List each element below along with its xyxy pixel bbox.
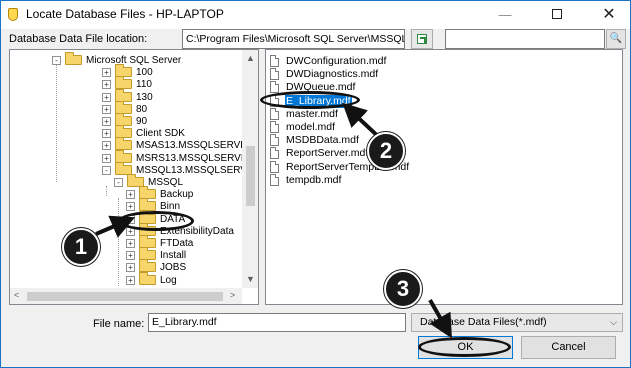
file-list[interactable]: DWConfiguration.mdf DWDiagnostics.mdf DWQu… <box>265 49 623 305</box>
folder-icon <box>139 198 156 212</box>
search-icon: 🔍 <box>609 33 623 44</box>
tree-guide-line <box>118 198 119 286</box>
tree-item-label: 110 <box>136 79 152 91</box>
filter-input[interactable] <box>445 29 605 49</box>
scroll-right-icon[interactable]: > <box>230 290 235 300</box>
window-title: Locate Database Files - HP-LAPTOP <box>26 7 224 21</box>
file-icon <box>270 160 279 173</box>
maximize-button[interactable] <box>535 1 579 29</box>
expand-toggle-icon[interactable]: + <box>102 153 111 163</box>
folder-icon <box>115 137 132 151</box>
tree-vertical-scrollbar[interactable]: ▲ ▼ <box>242 50 258 288</box>
expand-toggle-icon[interactable]: + <box>126 263 135 273</box>
tree-item-label: Client SDK <box>136 128 185 140</box>
collapse-toggle-icon[interactable]: - <box>52 56 61 65</box>
file-name-label: MSDBData.mdf <box>286 134 359 147</box>
expand-toggle-icon[interactable]: + <box>126 251 135 261</box>
expand-toggle-icon[interactable]: + <box>102 68 111 78</box>
file-icon <box>270 134 279 147</box>
tree-item-label: Log <box>160 274 177 286</box>
close-button[interactable]: ✕ <box>587 1 631 29</box>
tree-horizontal-scrollbar[interactable]: < > <box>10 288 242 304</box>
refresh-icon <box>417 34 427 44</box>
file-name-label: DWConfiguration.mdf <box>286 55 387 67</box>
highlight-ok-button <box>418 337 511 357</box>
cancel-button[interactable]: Cancel <box>521 336 616 359</box>
tree-item-label: Install <box>160 250 187 262</box>
expand-toggle-icon[interactable]: + <box>126 239 135 248</box>
file-name-label: DWDiagnostics.mdf <box>286 68 379 81</box>
tree-item-label: Microsoft SQL Server <box>86 55 182 66</box>
title-bar[interactable]: Locate Database Files - HP-LAPTOP — ✕ <box>1 1 630 29</box>
tree-vertical-thumb[interactable] <box>246 146 255 206</box>
tree-item-label: MSRS13.MSSQLSERVER <box>136 152 255 164</box>
tree-item-label: Backup <box>160 189 194 201</box>
refresh-button[interactable] <box>411 29 433 49</box>
file-name-label: File name: <box>93 318 145 330</box>
minimize-button[interactable]: — <box>483 1 527 29</box>
collapse-toggle-icon[interactable]: - <box>102 165 111 175</box>
file-name-label: tempdb.mdf <box>286 173 342 186</box>
tree-item-label: JOBS <box>160 262 187 274</box>
folder-icon <box>115 76 132 90</box>
expand-toggle-icon[interactable]: + <box>102 117 111 126</box>
folder-icon <box>139 259 156 273</box>
location-label: Database Data File location: <box>9 33 148 45</box>
file-name-label: model.mdf <box>286 121 336 133</box>
tree-item-label: MSSQL <box>148 177 184 188</box>
tree-item-label: 90 <box>136 116 148 127</box>
file-name-field[interactable]: E_Library.mdf <box>148 313 406 332</box>
scroll-up-icon[interactable]: ▲ <box>246 53 255 63</box>
database-icon <box>8 8 18 21</box>
file-name-label: ReportServer.mdf <box>286 147 369 160</box>
collapse-toggle-icon[interactable]: - <box>114 178 123 187</box>
step-3-badge: 3 <box>384 270 422 308</box>
expand-toggle-icon[interactable]: + <box>102 141 111 151</box>
file-icon <box>270 107 279 120</box>
tree-item-label: FTData <box>160 238 194 249</box>
file-icon <box>270 68 279 81</box>
file-name-label: master.mdf <box>286 107 338 120</box>
tree-horizontal-thumb[interactable] <box>27 292 223 301</box>
expand-toggle-icon[interactable]: + <box>126 202 135 212</box>
chevron-down-icon: ⌵ <box>610 317 617 327</box>
expand-toggle-icon[interactable]: + <box>126 275 135 285</box>
tree-item-label: 130 <box>136 91 153 103</box>
tree-item-label: 80 <box>136 103 148 115</box>
file-type-value: Database Data Files(*.mdf) <box>420 316 547 328</box>
file-icon <box>270 147 279 160</box>
folder-icon <box>65 52 82 65</box>
maximize-icon <box>552 9 562 20</box>
expand-toggle-icon[interactable]: + <box>102 129 111 139</box>
folder-tree[interactable]: - Microsoft SQL Server +100 +110 +130 +80 +90 +… <box>9 49 259 305</box>
tree-item-label: MSSQL13.MSSQLSERVER <box>136 164 259 176</box>
tree-item-label: MSAS13.MSSQLSERVER <box>136 140 255 152</box>
scroll-left-icon[interactable]: < <box>14 290 19 300</box>
step-1-badge: 1 <box>62 228 100 266</box>
tree-guide-line <box>106 186 107 196</box>
location-field[interactable]: C:\Program Files\Microsoft SQL Server\MS… <box>182 29 405 49</box>
highlight-data-folder <box>118 211 194 231</box>
expand-toggle-icon[interactable]: + <box>102 104 111 114</box>
expand-toggle-icon[interactable]: + <box>102 92 111 102</box>
file-icon <box>270 173 279 186</box>
tree-guide-line <box>56 62 57 182</box>
search-button[interactable]: 🔍 <box>606 29 626 49</box>
step-2-badge: 2 <box>367 132 405 170</box>
file-icon <box>270 55 279 67</box>
expand-toggle-icon[interactable]: + <box>126 190 135 200</box>
file-icon <box>270 121 279 133</box>
highlight-selected-file <box>260 91 360 109</box>
expand-toggle-icon[interactable]: + <box>102 80 111 90</box>
folder-icon <box>139 271 156 285</box>
file-icon <box>270 81 279 94</box>
tree-item-label: 100 <box>136 67 153 79</box>
scroll-down-icon[interactable]: ▼ <box>246 274 255 284</box>
file-type-select[interactable]: Database Data Files(*.mdf) ⌵ <box>411 313 623 332</box>
locate-database-files-dialog: Locate Database Files - HP-LAPTOP — ✕ Da… <box>0 0 631 368</box>
